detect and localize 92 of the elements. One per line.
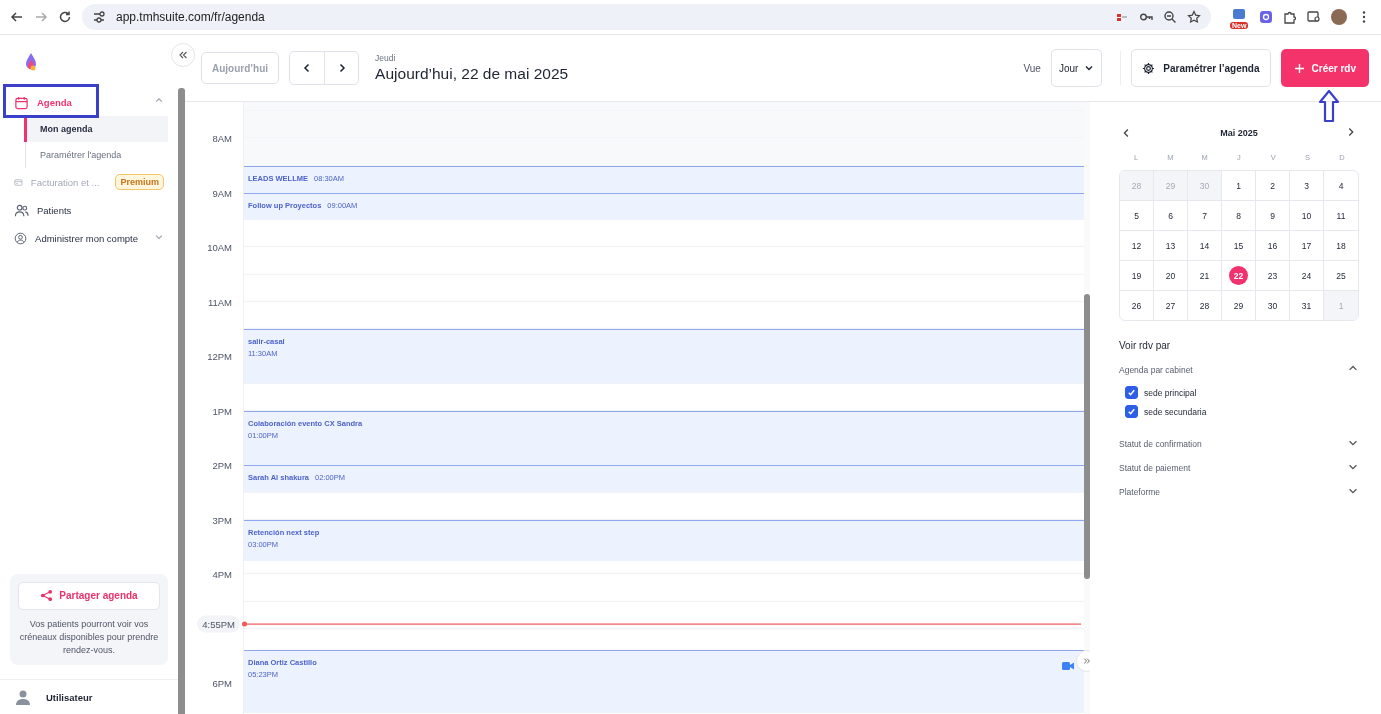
calendar-day[interactable]: 11 [1324, 201, 1358, 231]
puzzle-icon[interactable] [1283, 10, 1297, 24]
create-appointment-button[interactable]: Créer rdv [1280, 49, 1369, 87]
calendar-day[interactable]: 6 [1154, 201, 1188, 231]
reload-icon[interactable] [58, 10, 72, 24]
calendar-day[interactable]: 7 [1188, 201, 1222, 231]
sidebar-subitem[interactable]: Paramétrer l'agenda [26, 142, 168, 168]
plus-icon [1293, 62, 1305, 74]
back-icon[interactable] [10, 10, 24, 24]
checkmark-icon [1127, 407, 1136, 416]
calendar-day[interactable]: 23 [1256, 261, 1290, 291]
filter-group-header[interactable]: Plateforme [1119, 482, 1359, 502]
calendar-day[interactable]: 28 [1188, 291, 1222, 320]
sidebar-item[interactable]: Agenda [8, 88, 170, 116]
filter-group-header[interactable]: Statut de paiement [1119, 458, 1359, 478]
calendar-day[interactable]: 5 [1120, 201, 1154, 231]
calendar-icon [14, 94, 29, 110]
chevron-down-icon [1084, 63, 1095, 73]
up-arrow-icon [1318, 89, 1340, 123]
hour-label: 1PM [212, 405, 232, 417]
calendar-day[interactable]: 13 [1154, 231, 1188, 261]
calendar-day[interactable]: 14 [1188, 231, 1222, 261]
logo-icon[interactable] [24, 51, 38, 72]
collapse-sidebar-button[interactable] [171, 43, 195, 67]
zoom-icon[interactable] [1163, 10, 1177, 24]
user-icon [14, 688, 32, 706]
user-circle-icon [14, 230, 28, 246]
people-icon [14, 202, 29, 218]
calendar-day[interactable]: 27 [1154, 291, 1188, 320]
scrollbar-thumb[interactable] [1084, 294, 1090, 579]
user-name: Utilisateur [46, 691, 93, 703]
weekday-label: Jeudi [375, 53, 397, 63]
filter-title: Voir rdv par [1119, 340, 1172, 351]
double-chevron-right-icon [1083, 656, 1090, 666]
settings-button[interactable]: Paramétrer l’agenda [1131, 49, 1271, 87]
sidebar-subitem[interactable]: Mon agenda [24, 116, 168, 142]
calendar-day[interactable]: 26 [1120, 291, 1154, 320]
view-label: Vue [1023, 62, 1041, 74]
avatar[interactable] [1331, 9, 1347, 25]
view-dropdown[interactable]: Jour [1050, 49, 1103, 87]
checkmark-icon [1127, 388, 1136, 397]
scrollbar-thumb[interactable] [178, 88, 185, 714]
calendar-day[interactable]: 8 [1222, 201, 1256, 231]
calendar-day[interactable]: 17 [1290, 231, 1324, 261]
filter-group-header[interactable]: Agenda par cabinet [1119, 360, 1359, 380]
checkbox-label: sede principal [1144, 387, 1197, 398]
search-tab-icon[interactable] [1307, 10, 1321, 24]
double-chevron-left-icon [178, 50, 188, 60]
share-icon [40, 589, 54, 603]
calendar-day[interactable]: 24 [1290, 261, 1324, 291]
url-text[interactable]: app.tmhsuite.com/fr/agenda [116, 10, 265, 24]
hour-label: 9AM [212, 187, 232, 199]
share-button[interactable]: Partager agenda [18, 581, 160, 610]
calendar-day[interactable]: 3 [1290, 171, 1324, 201]
hour-label: 8AM [212, 132, 232, 144]
calendar-day[interactable]: 18 [1324, 231, 1358, 261]
premium-badge: Premium [115, 174, 164, 190]
calendar-day[interactable]: 15 [1222, 231, 1256, 261]
calendar-day[interactable]: 10 [1290, 201, 1324, 231]
star-icon[interactable] [1187, 10, 1201, 24]
current-time-label: 4:55PM [197, 615, 240, 633]
checkbox-label: sede secundaria [1144, 406, 1207, 417]
calendar-day[interactable]: 9 [1256, 201, 1290, 231]
hour-label: 4PM [212, 568, 232, 580]
hour-label: 3PM [212, 514, 232, 526]
sidebar-item[interactable]: Patients [8, 196, 170, 224]
share-description: Vos patients pourront voir vos créneaux disponibles pour prendre rendez-vous. [18, 617, 160, 657]
sidebar-item[interactable]: Administrer mon compte [8, 224, 170, 252]
calendar-day[interactable]: 22 [1222, 261, 1256, 291]
calendar-day[interactable]: 2 [1256, 171, 1290, 201]
checkbox[interactable] [1125, 386, 1138, 399]
calendar-day[interactable]: 19 [1120, 261, 1154, 291]
calendar-day[interactable]: 20 [1154, 261, 1188, 291]
hour-label: 11AM [207, 296, 232, 308]
key-icon[interactable] [1139, 10, 1153, 24]
hour-label: 6PM [212, 677, 232, 689]
calendar-day[interactable]: 12 [1120, 231, 1154, 261]
calendar-day[interactable]: 16 [1256, 231, 1290, 261]
calendar-day[interactable]: 1 [1222, 171, 1256, 201]
month-title: Mai 2025 [1220, 128, 1258, 138]
calendar-day[interactable]: 4 [1324, 171, 1358, 201]
site-settings-icon[interactable] [92, 10, 106, 24]
filter-group-header[interactable]: Statut de confirmation [1119, 434, 1359, 454]
hour-label: 2PM [212, 459, 232, 471]
settings-icon [1142, 61, 1156, 75]
hour-label: 12PM [207, 350, 232, 362]
calendar-day[interactable]: 30 [1256, 291, 1290, 320]
date-title: Aujourd’hui, 22 de mai 2025 [375, 65, 570, 83]
checkbox[interactable] [1125, 405, 1138, 418]
calendar-day[interactable]: 29 [1222, 291, 1256, 320]
hour-label: 10AM [207, 241, 232, 253]
calendar-day[interactable]: 21 [1188, 261, 1222, 291]
